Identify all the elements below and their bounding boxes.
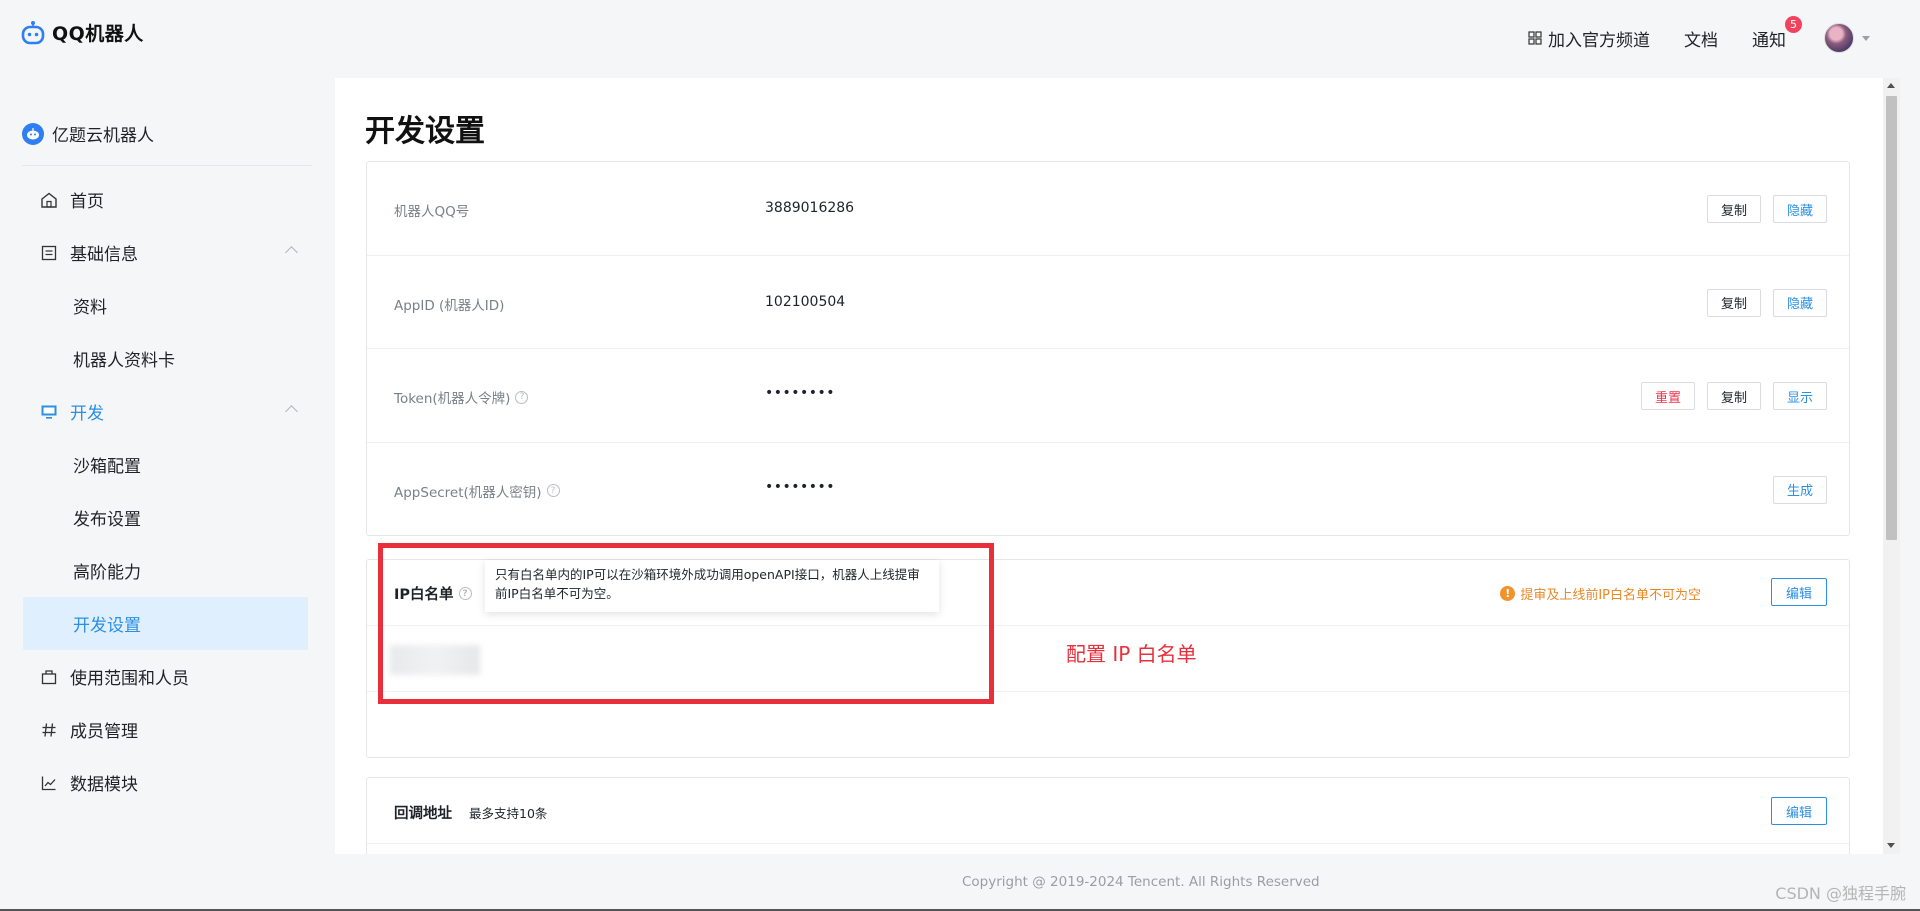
sidebar-item-card[interactable]: 机器人资料卡: [23, 332, 308, 385]
grid-icon: [1528, 31, 1542, 45]
avatar[interactable]: [1824, 23, 1854, 53]
sidebar-item-members[interactable]: 成员管理: [23, 703, 308, 756]
sidebar-item-basic[interactable]: 基础信息: [23, 226, 308, 279]
annotation-box: [378, 543, 994, 704]
sidebar-item-label: 沙箱配置: [73, 457, 141, 477]
sidebar-item-data[interactable]: 数据模块: [23, 756, 308, 809]
qq-number-value: 3889016286: [765, 200, 855, 216]
sidebar-item-label: 数据模块: [70, 775, 138, 795]
sidebar-item-home[interactable]: 首页: [23, 173, 308, 226]
sidebar-item-publish[interactable]: 发布设置: [23, 491, 308, 544]
appid-actions: 复制 隐藏: [1706, 288, 1827, 317]
chevron-down-icon[interactable]: [1862, 35, 1870, 41]
callback-card: 回调地址 最多支持10条 编辑: [366, 777, 1850, 854]
copy-button[interactable]: 复制: [1706, 288, 1761, 317]
reset-button[interactable]: 重置: [1640, 382, 1695, 410]
copy-button[interactable]: 复制: [1706, 382, 1761, 410]
sidebar-item-label: 开发: [70, 404, 104, 424]
scrollbar-thumb[interactable]: [1886, 96, 1897, 540]
qq-number-actions: 复制 隐藏: [1706, 195, 1827, 223]
monitor-icon: [40, 403, 58, 421]
token-label: Token(机器人令牌) ?: [394, 387, 529, 407]
notify-link[interactable]: 通知 5: [1752, 15, 1802, 51]
sidebar-item-label: 高阶能力: [73, 563, 141, 583]
sidebar-item-dev[interactable]: 开发: [23, 385, 308, 438]
sidebar-item-label: 发布设置: [73, 510, 141, 530]
credentials-card: 机器人QQ号 3889016286 复制 隐藏 AppID (机器人ID) 10…: [366, 161, 1850, 536]
warning-icon: !: [1500, 586, 1516, 601]
sidebar-item-label: 基础信息: [70, 245, 138, 265]
chevron-up-icon: [285, 405, 298, 418]
sidebar-item-label: 资料: [73, 298, 107, 318]
sidebar-item-label: 使用范围和人员: [70, 669, 189, 689]
sidebar: 亿题云机器人 首页 基础信息 资料 机器人资料卡 开发 沙箱配置 发布设置 高阶…: [0, 76, 320, 836]
scroll-down-arrow-icon[interactable]: [1887, 843, 1895, 848]
logo-text: QQ机器人: [52, 23, 144, 45]
hash-icon: [40, 721, 58, 739]
document-icon: [40, 244, 58, 262]
top-nav: 加入官方频道 文档 通知 5: [1528, 15, 1870, 54]
edit-button[interactable]: 编辑: [1770, 578, 1827, 606]
notify-badge: 5: [1785, 15, 1802, 33]
sidebar-item-devsettings[interactable]: 开发设置: [23, 597, 308, 650]
sidebar-item-profile[interactable]: 资料: [23, 279, 308, 332]
callback-title: 回调地址: [394, 806, 452, 822]
qq-number-label: 机器人QQ号: [394, 204, 470, 220]
appid-label: AppID (机器人ID): [394, 297, 505, 314]
sidebar-item-sandbox[interactable]: 沙箱配置: [23, 438, 308, 491]
ip-whitelist-warning: ! 提审及上线前IP白名单不可为空: [1500, 584, 1701, 603]
watermark: CSDN @独程手腕: [1775, 884, 1906, 903]
footer-copyright: Copyright @ 2019-2024 Tencent. All Right…: [962, 874, 1320, 890]
token-value: ••••••••: [765, 385, 836, 401]
sidebar-item-label: 开发设置: [73, 616, 141, 636]
bot-header[interactable]: 亿题云机器人: [22, 116, 312, 166]
help-icon[interactable]: ?: [546, 484, 560, 497]
hide-button[interactable]: 隐藏: [1772, 195, 1827, 223]
callback-subtitle: 最多支持10条: [469, 806, 548, 821]
bot-name: 亿题云机器人: [52, 126, 154, 146]
appsecret-actions: 生成: [1772, 475, 1827, 504]
scroll-up-arrow-icon[interactable]: [1887, 83, 1895, 88]
token-row: Token(机器人令牌) ? •••••••• 重置 复制 显示: [367, 349, 1849, 443]
token-actions: 重置 复制 显示: [1640, 382, 1827, 410]
sidebar-item-label: 成员管理: [70, 722, 138, 742]
robot-logo-icon: [21, 20, 45, 44]
sidebar-nav: 首页 基础信息 资料 机器人资料卡 开发 沙箱配置 发布设置 高阶能力 开发设置…: [23, 173, 308, 809]
copy-button[interactable]: 复制: [1706, 195, 1761, 223]
main-panel: 开发设置 机器人QQ号 3889016286 复制 隐藏 AppID (机器人I…: [335, 78, 1883, 854]
appid-row: AppID (机器人ID) 102100504 复制 隐藏: [367, 256, 1849, 349]
sidebar-item-label: 首页: [70, 192, 104, 212]
appsecret-row: AppSecret(机器人密钥) ? •••••••• 生成: [367, 443, 1849, 537]
appid-value: 102100504: [765, 293, 846, 310]
appsecret-label: AppSecret(机器人密钥) ?: [394, 481, 560, 501]
docs-label: 文档: [1684, 30, 1718, 51]
top-bar: QQ机器人 加入官方频道 文档 通知 5: [0, 0, 1920, 76]
logo[interactable]: QQ机器人: [20, 19, 144, 46]
scrollbar[interactable]: [1883, 78, 1900, 854]
sidebar-item-label: 机器人资料卡: [73, 351, 175, 371]
edit-button[interactable]: 编辑: [1770, 797, 1827, 825]
notify-label: 通知: [1752, 30, 1786, 51]
appsecret-value: ••••••••: [765, 478, 836, 495]
join-channel-label: 加入官方频道: [1548, 30, 1650, 51]
help-icon[interactable]: ?: [515, 390, 529, 404]
show-button[interactable]: 显示: [1772, 382, 1827, 410]
annotation-label: 配置 IP 白名单: [1066, 642, 1197, 666]
sidebar-item-scope[interactable]: 使用范围和人员: [23, 650, 308, 703]
hide-button[interactable]: 隐藏: [1772, 288, 1827, 317]
qq-number-row: 机器人QQ号 3889016286 复制 隐藏: [367, 162, 1849, 256]
bot-avatar-icon: [22, 122, 44, 145]
chevron-up-icon: [285, 246, 298, 259]
sidebar-item-advanced[interactable]: 高阶能力: [23, 544, 308, 597]
callback-header: 回调地址 最多支持10条 编辑: [367, 778, 1849, 844]
docs-link[interactable]: 文档: [1684, 26, 1718, 51]
home-icon: [40, 191, 58, 209]
bag-icon: [40, 668, 58, 686]
generate-button[interactable]: 生成: [1772, 475, 1827, 504]
join-channel-link[interactable]: 加入官方频道: [1528, 26, 1650, 51]
line-chart-icon: [40, 774, 58, 792]
page-title: 开发设置: [365, 114, 485, 149]
